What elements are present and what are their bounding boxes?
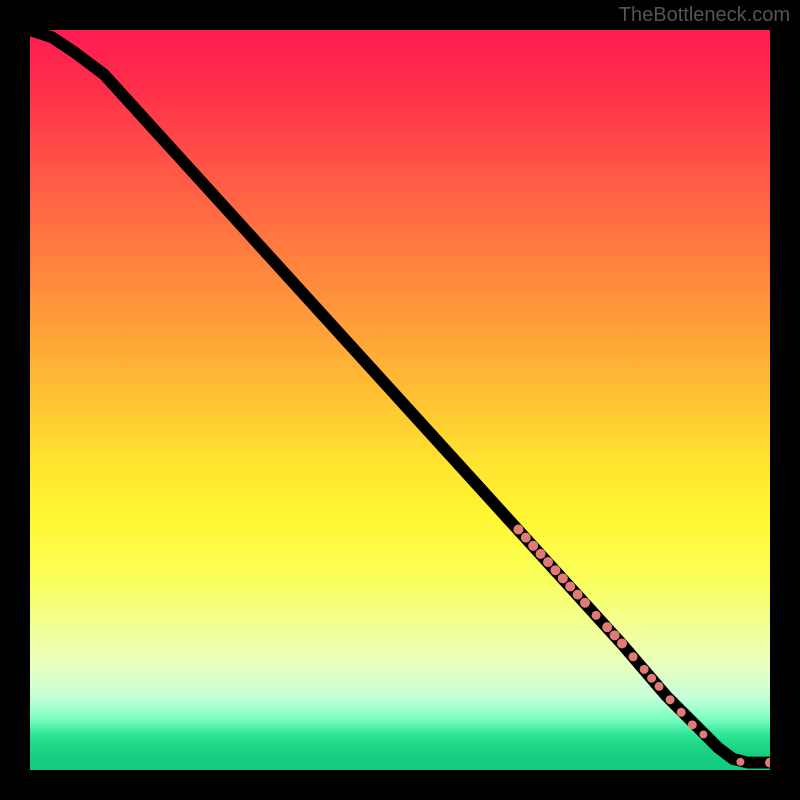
chart-frame: TheBottleneck.com — [0, 0, 800, 800]
data-marker — [610, 630, 620, 640]
data-marker — [521, 533, 531, 543]
data-marker — [528, 541, 538, 551]
data-marker — [602, 622, 612, 632]
data-marker — [580, 598, 590, 608]
data-marker — [513, 524, 523, 534]
data-marker — [629, 652, 638, 661]
data-marker — [655, 682, 664, 691]
watermark-text: TheBottleneck.com — [619, 4, 790, 27]
data-marker — [647, 674, 656, 683]
curve-line — [30, 30, 770, 763]
curve-svg — [30, 30, 770, 770]
data-marker — [558, 573, 568, 583]
data-marker — [536, 549, 546, 559]
data-marker — [666, 695, 675, 704]
data-marker — [617, 638, 627, 648]
data-marker — [640, 665, 649, 674]
data-marker — [573, 590, 583, 600]
data-marker — [543, 557, 553, 567]
data-marker — [550, 565, 560, 575]
data-marker — [688, 720, 697, 729]
data-marker — [565, 581, 575, 591]
marker-group — [513, 524, 770, 767]
data-marker — [677, 708, 686, 717]
data-marker — [736, 758, 744, 766]
data-marker — [699, 730, 707, 738]
plot-area — [30, 30, 770, 770]
data-marker — [592, 611, 601, 620]
